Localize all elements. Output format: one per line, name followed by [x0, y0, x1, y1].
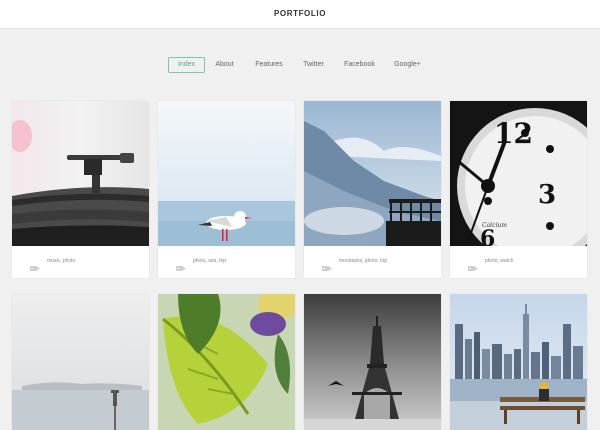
eiffel-tower-photo[interactable]: [304, 294, 441, 430]
card-meta: photo, sea, trip: [158, 246, 295, 278]
nav-item-about[interactable]: About: [209, 57, 240, 73]
tag-icon: [322, 259, 332, 271]
clock-photo[interactable]: 12 3 6 Calcium: [450, 101, 587, 246]
city-skyline-photo[interactable]: [450, 294, 587, 430]
portfolio-card[interactable]: mountains, photo, trip: [304, 101, 441, 278]
svg-text:6: 6: [480, 226, 495, 246]
card-meta: music, photo: [12, 246, 149, 278]
nav-item-index[interactable]: Index: [168, 57, 205, 73]
card-tags[interactable]: mountains, photo, trip: [339, 258, 387, 264]
card-meta: mountains, photo, trip: [304, 246, 441, 278]
portfolio-card[interactable]: [12, 294, 149, 430]
tag-icon: [176, 259, 186, 271]
portfolio-card[interactable]: photo, sea, trip: [158, 101, 295, 278]
card-tags[interactable]: photo, watch: [485, 258, 513, 264]
portfolio-nav: Index About Features Twitter Facebook Go…: [0, 57, 600, 73]
mountains-photo[interactable]: [304, 101, 441, 246]
portfolio-card[interactable]: [158, 294, 295, 430]
tag-icon: [468, 259, 478, 271]
turntable-photo[interactable]: [12, 101, 149, 246]
nav-item-features[interactable]: Features: [250, 57, 288, 73]
nav-item-googleplus[interactable]: Google+: [391, 57, 424, 73]
nav-item-facebook[interactable]: Facebook: [339, 57, 380, 73]
nav-item-twitter[interactable]: Twitter: [298, 57, 329, 73]
card-tags[interactable]: photo, sea, trip: [193, 258, 226, 264]
tag-icon: [30, 259, 40, 271]
seagull-photo[interactable]: [158, 101, 295, 246]
portfolio-card[interactable]: [304, 294, 441, 430]
svg-text:Calcium: Calcium: [482, 222, 507, 229]
portfolio-card[interactable]: 12 3 6 Calcium photo, watch: [450, 101, 587, 278]
leaves-photo[interactable]: [158, 294, 295, 430]
top-bar: PORTFOLIO: [0, 0, 600, 29]
card-meta: photo, watch: [450, 246, 587, 278]
foggy-sea-photo[interactable]: [12, 294, 149, 430]
svg-text:3: 3: [538, 180, 556, 210]
portfolio-card[interactable]: music, photo: [12, 101, 149, 278]
portfolio-card[interactable]: [450, 294, 587, 430]
site-title: PORTFOLIO: [273, 9, 327, 18]
card-tags[interactable]: music, photo: [47, 258, 75, 264]
